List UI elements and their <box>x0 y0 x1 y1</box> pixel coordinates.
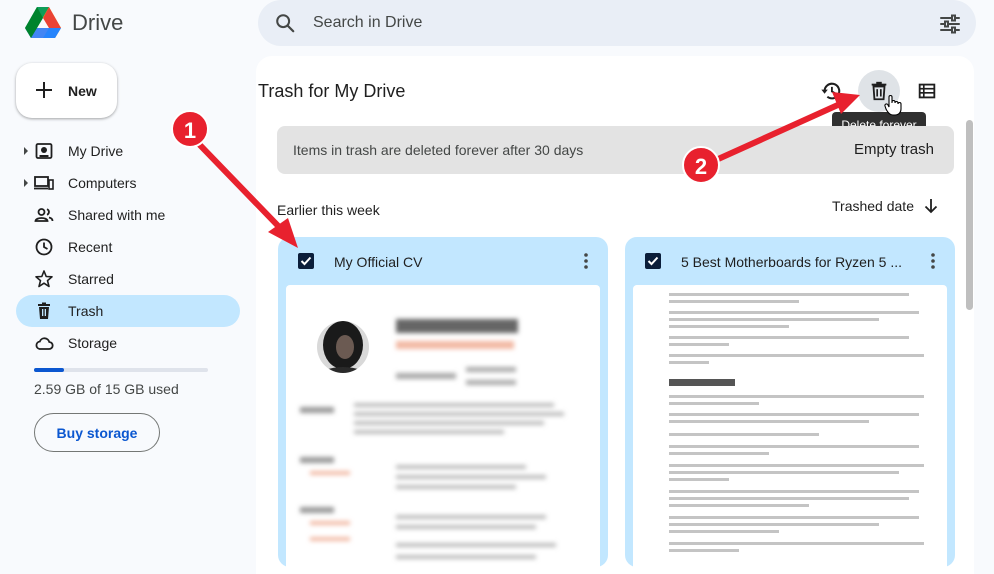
sidebar-item-storage[interactable]: Storage <box>16 327 240 359</box>
expand-caret-icon[interactable] <box>24 179 28 187</box>
hand-cursor-icon <box>884 95 902 116</box>
trash-icon <box>38 302 50 319</box>
search-input[interactable]: Search in Drive <box>313 14 422 32</box>
more-vert-icon[interactable] <box>578 251 594 271</box>
scrollbar[interactable] <box>966 120 973 310</box>
storage-progress-fill <box>34 368 64 372</box>
sidebar-item-label: Trash <box>68 303 104 319</box>
drive-logo[interactable] <box>24 4 62 42</box>
new-button-label: New <box>68 83 97 99</box>
file-preview-thumbnail[interactable] <box>286 285 600 567</box>
plus-icon <box>36 82 52 98</box>
file-title: 5 Best Motherboards for Ryzen 5 ... <box>681 254 902 270</box>
computers-icon <box>34 176 54 190</box>
more-vert-icon[interactable] <box>925 251 941 271</box>
sidebar-item-recent[interactable]: Recent <box>16 231 240 263</box>
sidebar-item-label: Starred <box>68 271 114 287</box>
cloud-icon <box>35 337 54 350</box>
restore-icon[interactable] <box>820 80 842 102</box>
file-checkbox[interactable] <box>645 253 661 269</box>
file-card[interactable]: 5 Best Motherboards for Ryzen 5 ... <box>625 237 955 567</box>
checkmark-icon <box>647 256 659 266</box>
list-view-icon[interactable] <box>916 80 938 102</box>
storage-progress-bar <box>34 368 208 372</box>
sidebar-item-label: Computers <box>68 175 137 191</box>
sidebar-item-shared-with-me[interactable]: Shared with me <box>16 199 240 231</box>
sort-label[interactable]: Trashed date <box>832 198 914 214</box>
file-card[interactable]: My Official CV <box>278 237 608 567</box>
search-icon[interactable] <box>274 12 296 34</box>
empty-trash-button[interactable]: Empty trash <box>854 141 934 158</box>
cv-preview-image <box>300 319 564 559</box>
sidebar-item-label: Storage <box>68 335 118 351</box>
sidebar-item-label: Recent <box>68 239 113 255</box>
sidebar-item-computers[interactable]: Computers <box>16 167 240 199</box>
sidebar-item-label: My Drive <box>68 143 124 159</box>
annotation-badge-2: 2 <box>682 146 720 184</box>
article-preview-image <box>669 293 924 552</box>
file-checkbox[interactable] <box>298 253 314 269</box>
storage-usage-text: 2.59 GB of 15 GB used <box>34 381 179 397</box>
my-drive-icon <box>35 143 53 159</box>
sidebar-item-my-drive[interactable]: My Drive <box>16 135 240 167</box>
new-button[interactable]: New <box>16 63 117 118</box>
sidebar-item-trash[interactable]: Trash <box>16 295 240 327</box>
search-options-icon[interactable] <box>938 12 962 36</box>
sidebar-nav: My Drive Computers Shared with me Recent… <box>16 135 240 359</box>
buy-storage-button[interactable]: Buy storage <box>34 413 160 452</box>
section-title: Earlier this week <box>277 202 380 218</box>
search-bar[interactable]: Search in Drive <box>258 0 976 46</box>
page-title: Trash for My Drive <box>258 81 406 101</box>
sidebar-item-starred[interactable]: Starred <box>16 263 240 295</box>
trash-info-banner: Items in trash are deleted forever after… <box>277 126 954 174</box>
sidebar-item-label: Shared with me <box>68 207 166 223</box>
app-title: Drive <box>72 10 124 35</box>
file-title: My Official CV <box>334 254 423 270</box>
clock-icon <box>35 238 53 256</box>
star-icon <box>35 270 53 288</box>
people-icon <box>34 208 54 222</box>
arrow-down-icon[interactable] <box>922 197 940 215</box>
file-preview-thumbnail[interactable] <box>633 285 947 567</box>
buy-storage-label: Buy storage <box>56 425 138 441</box>
checkmark-icon <box>300 256 312 266</box>
banner-text: Items in trash are deleted forever after… <box>293 142 584 158</box>
annotation-badge-1: 1 <box>171 110 209 148</box>
expand-caret-icon[interactable] <box>24 147 28 155</box>
